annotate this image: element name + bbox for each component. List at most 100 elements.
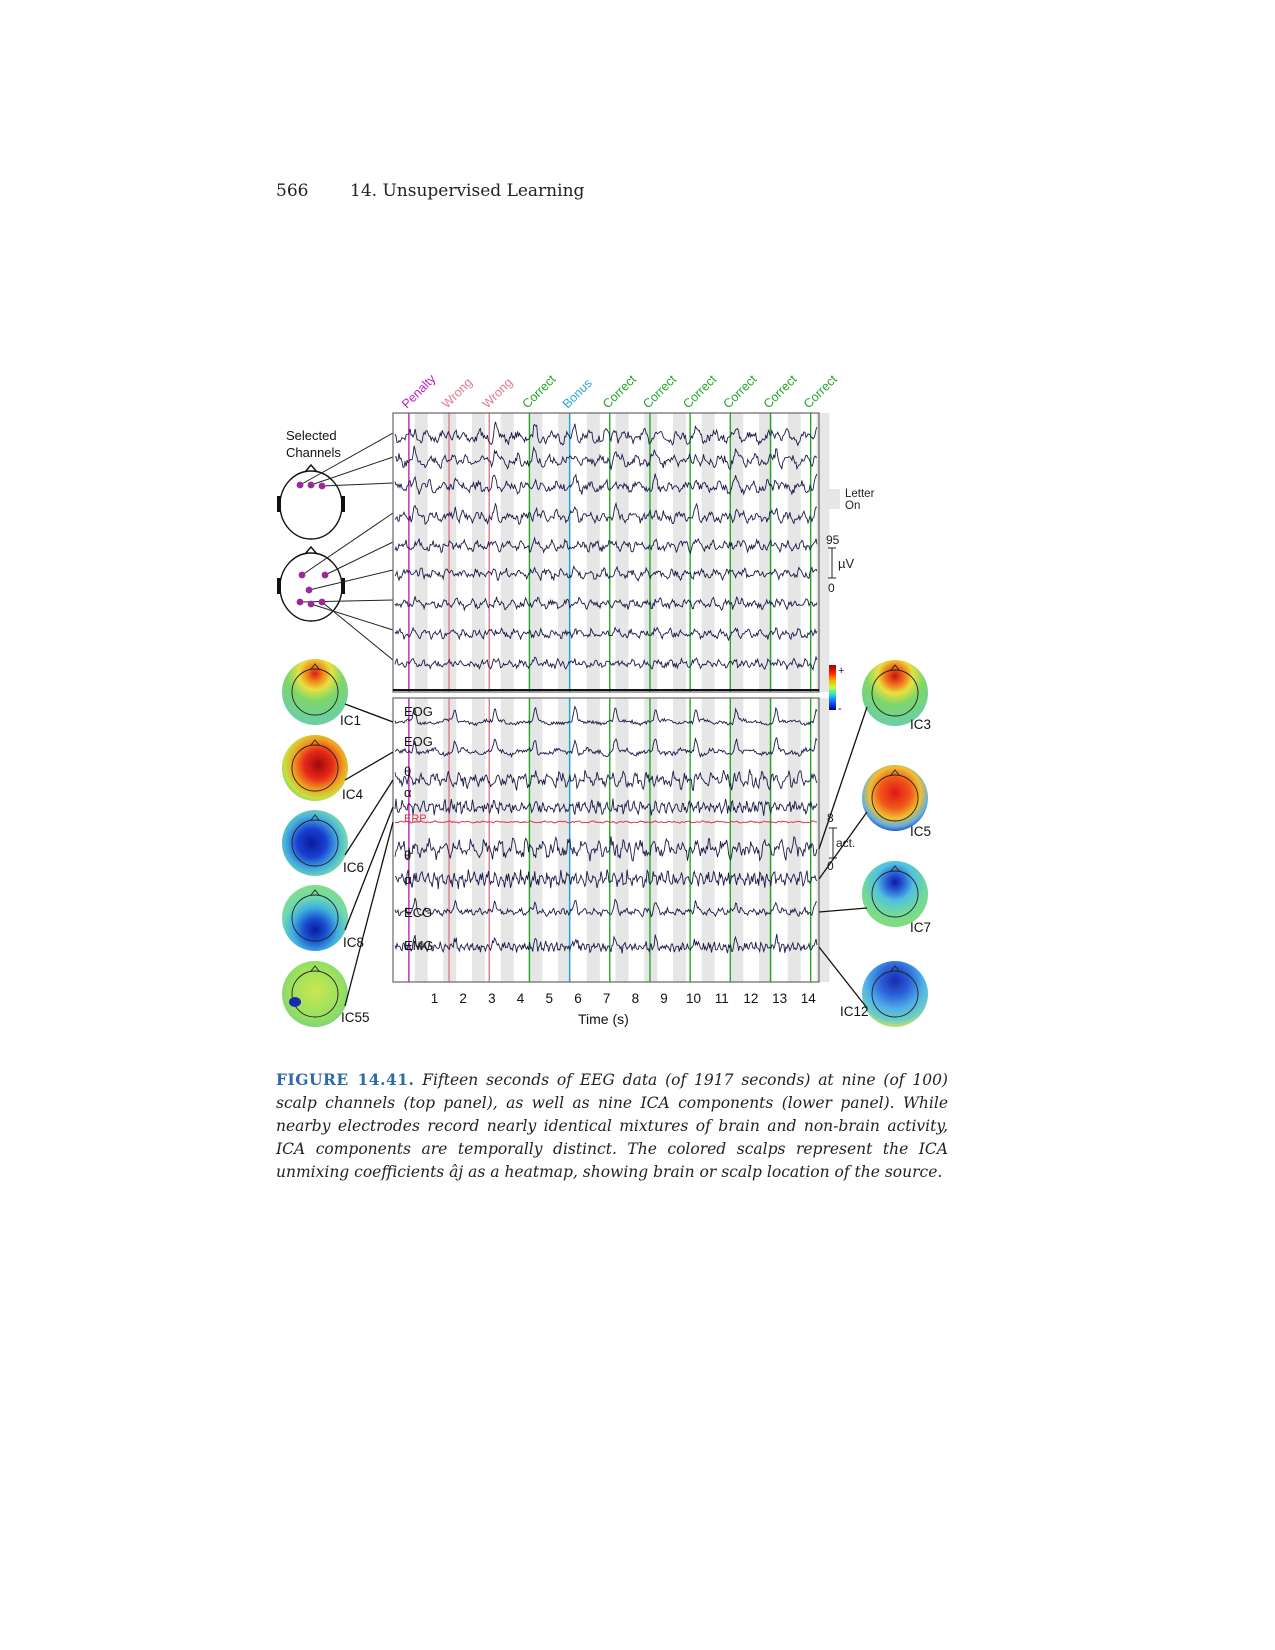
x-axis-label: Time (s) [578, 1011, 629, 1027]
component-trace [394, 835, 818, 862]
ic-label-ic1: IC1 [340, 713, 361, 728]
letter-band-bottom [644, 698, 658, 982]
event-label: Correct [761, 372, 800, 411]
channel-trace [394, 626, 818, 642]
x-tick-label: 1 [431, 991, 439, 1006]
x-tick-label: 14 [801, 991, 817, 1006]
caption-label: FIGURE 14.41. [276, 1070, 415, 1089]
electrode-connectors [299, 432, 394, 661]
scale-bottom-unit: act. [836, 836, 855, 850]
ic-label-ic5: IC5 [910, 824, 931, 839]
component-label: EOG [404, 704, 433, 719]
component-trace [394, 933, 818, 954]
microvolt-scale-bar: 95 µV 0 [826, 533, 854, 595]
event-label: Wrong [439, 375, 475, 411]
channel-trace [394, 473, 818, 496]
electrode-dot [296, 598, 304, 606]
ic-label-ic55: IC55 [341, 1010, 370, 1025]
x-tick-label: 5 [546, 991, 554, 1006]
electrode-dot [305, 586, 313, 594]
channel-trace [394, 421, 818, 447]
event-label: Penalty [399, 371, 439, 411]
letter-band-top [730, 413, 744, 692]
channel-trace [394, 445, 818, 471]
x-tick-label: 10 [686, 991, 701, 1006]
scalp-connector [344, 821, 394, 1007]
component-label: α [404, 872, 412, 887]
electrode-connector [321, 601, 394, 661]
x-tick-label: 4 [517, 991, 525, 1006]
x-tick-label: 6 [574, 991, 582, 1006]
scalp-map [282, 810, 348, 876]
electrode-connector [324, 541, 394, 576]
ic-label-ic6: IC6 [343, 860, 364, 875]
channel-trace [394, 501, 818, 526]
x-tick-label: 3 [488, 991, 496, 1006]
electrode-dot [307, 481, 315, 489]
ic-label-ic8: IC8 [343, 935, 364, 950]
letter-band-bottom [672, 698, 686, 982]
event-label: Correct [801, 372, 840, 411]
scalp-map [282, 659, 348, 725]
scalp-connector [344, 751, 394, 781]
x-tick-label: 7 [603, 991, 611, 1006]
ic-label-ic3: IC3 [910, 717, 931, 732]
event-label: Correct [721, 372, 760, 411]
head-diagram-frontal [277, 463, 345, 540]
scalp-map [282, 961, 348, 1027]
component-label: ECG [404, 905, 432, 920]
letter-band-bottom [787, 698, 801, 982]
component-label: θ [404, 764, 411, 779]
electrode-dot [307, 600, 315, 608]
scale-top-min: 0 [828, 581, 835, 595]
event-labels: Penalty Wrong Wrong Correct Bonus Correct Corr… [399, 371, 840, 411]
eeg-ica-figure: Selected Channels Penalty Wrong Wrong Corre… [277, 371, 931, 1027]
ic-label-ic4: IC4 [342, 787, 364, 802]
ic-label-ic7: IC7 [910, 920, 931, 935]
electrode-dot [296, 481, 304, 489]
letter-band-top [500, 413, 514, 692]
component-trace [394, 798, 818, 816]
event-label: Correct [680, 372, 719, 411]
letter-band-bottom [816, 698, 830, 982]
x-tick-label: 13 [772, 991, 787, 1006]
component-trace [394, 868, 818, 890]
electrode-dot [318, 482, 326, 490]
event-label: Correct [600, 372, 639, 411]
event-label: Correct [520, 372, 559, 411]
figure-caption: FIGURE 14.41. Fifteen seconds of EEG dat… [276, 1068, 948, 1184]
x-tick-label: 12 [743, 991, 758, 1006]
scalp-map [282, 735, 348, 801]
scale-top-unit: µV [838, 556, 854, 571]
letter-band-bottom [500, 698, 514, 982]
colorbar-plus: + [838, 665, 844, 677]
event-label: Bonus [560, 376, 595, 411]
ic-label-ic12: IC12 [840, 1004, 869, 1019]
component-trace [394, 736, 818, 759]
x-tick-label: 11 [715, 991, 729, 1006]
channel-trace [394, 564, 818, 582]
component-label: EMG [404, 938, 434, 953]
letter-on-label-1: Letter [845, 488, 875, 500]
scalp-map [862, 861, 928, 927]
component-label: EOG [404, 734, 433, 749]
letter-band-top [472, 413, 486, 692]
colorbar-minus: - [838, 703, 842, 715]
top-panel-frame [392, 412, 820, 693]
component-label: θ [404, 848, 411, 863]
scalp-map [862, 765, 928, 831]
colorbar [829, 665, 836, 710]
scalp-hotspot [289, 997, 301, 1007]
letter-band-bottom [615, 698, 629, 982]
channel-traces [394, 421, 818, 671]
scale-top-max: 95 [826, 533, 840, 547]
electrode-dot [321, 571, 329, 579]
selected-channels-label-2: Channels [286, 445, 341, 460]
channel-trace [394, 655, 818, 671]
activation-scale-bar: 8 act. 0 [827, 811, 855, 873]
channel-trace [394, 596, 818, 612]
event-label: Wrong [479, 375, 515, 411]
component-label: ERP [404, 813, 427, 825]
letter-band-top [672, 413, 686, 692]
x-axis-ticks: 1 2 3 4 5 6 7 8 9 10 11 12 13 14 [431, 991, 817, 1006]
